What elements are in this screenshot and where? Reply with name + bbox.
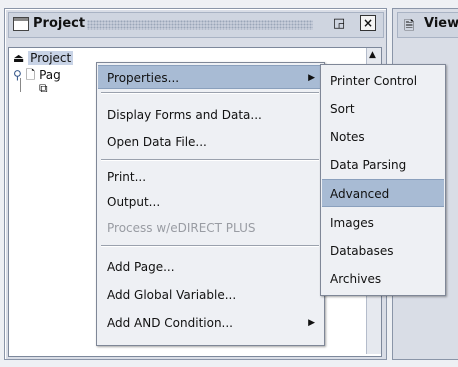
project-icon: ⏏ (13, 51, 25, 65)
drag-grip[interactable] (87, 20, 313, 30)
submenu-item-images[interactable]: Images (322, 209, 444, 237)
tree-node-project[interactable]: ⏏ Project (13, 51, 74, 65)
menu-item-properties[interactable]: Properties... ▶ (98, 65, 323, 89)
window-icon (13, 17, 29, 31)
copy-icon: ⧉ (39, 81, 48, 95)
view-panel-title: View (424, 16, 458, 31)
submenu-item-label: Data Parsing (330, 158, 407, 172)
menu-item-label: Display Forms and Data... (107, 108, 262, 122)
tree-node-label: Project (28, 51, 74, 65)
page-icon: 🗋 (25, 68, 36, 82)
menu-separator (101, 159, 319, 161)
submenu-item-label: Notes (330, 130, 365, 144)
context-menu: Properties... ▶ Display Forms and Data..… (96, 62, 325, 346)
menu-item-process-edirect: Process w/eDIRECT PLUS (98, 216, 323, 240)
submenu-item-label: Archives (330, 272, 382, 286)
submenu-item-advanced[interactable]: Advanced (322, 179, 444, 207)
submenu-item-label: Images (330, 216, 374, 230)
menu-item-label: Add Global Variable... (107, 288, 237, 302)
submenu-item-label: Advanced (330, 187, 390, 201)
menu-item-add-global-variable[interactable]: Add Global Variable... (98, 283, 323, 307)
menu-item-label: Add AND Condition... (107, 316, 233, 330)
document-icon: 🗎 (404, 19, 415, 34)
submenu-item-data-parsing[interactable]: Data Parsing (322, 151, 444, 179)
submenu-item-label: Sort (330, 102, 355, 116)
menu-item-label: Output... (107, 195, 161, 209)
submenu-item-archives[interactable]: Archives (322, 265, 444, 293)
submenu-item-label: Databases (330, 244, 394, 258)
menu-item-print[interactable]: Print... (98, 165, 323, 189)
scroll-up-icon[interactable]: ▲ (369, 50, 376, 60)
submenu-item-printer-control[interactable]: Printer Control (322, 67, 444, 95)
submenu-item-sort[interactable]: Sort (322, 95, 444, 123)
menu-item-display-forms[interactable]: Display Forms and Data... (98, 103, 323, 127)
submenu-item-notes[interactable]: Notes (322, 123, 444, 151)
menu-item-add-page[interactable]: Add Page... (98, 255, 323, 279)
menu-item-label: Open Data File... (107, 135, 207, 149)
app-frame: Project ◲ × ⏏ Project ⚲ 🗋 Pag ⧉ ▲ 🗎 View… (0, 0, 458, 367)
menu-item-add-and-condition[interactable]: Add AND Condition... ▶ (98, 311, 323, 335)
menu-item-open-data-file[interactable]: Open Data File... (98, 130, 323, 154)
menu-separator (101, 92, 319, 94)
close-icon[interactable]: × (360, 15, 376, 31)
chevron-right-icon: ▶ (308, 73, 315, 83)
menu-item-label: Print... (107, 170, 147, 184)
submenu-item-label: Printer Control (330, 74, 418, 88)
menu-item-label: Properties... (107, 71, 180, 85)
tree-connector (20, 78, 21, 92)
properties-submenu: Printer Control Sort Notes Data Parsing … (320, 64, 446, 296)
chevron-right-icon: ▶ (308, 318, 315, 328)
tree-node-subpage[interactable]: ⧉ (39, 81, 48, 96)
menu-item-label: Add Page... (107, 260, 175, 274)
project-panel-title: Project (33, 16, 86, 31)
view-panel-titlebar[interactable]: 🗎 View (397, 12, 458, 38)
submenu-item-databases[interactable]: Databases (322, 237, 444, 265)
maximize-icon[interactable]: ◲ (331, 16, 347, 32)
menu-separator (101, 245, 319, 247)
menu-item-output[interactable]: Output... (98, 190, 323, 214)
project-panel-titlebar[interactable]: Project ◲ × (8, 12, 384, 38)
tree-node-label: Pag (39, 68, 61, 82)
menu-item-label: Process w/eDIRECT PLUS (107, 221, 256, 235)
